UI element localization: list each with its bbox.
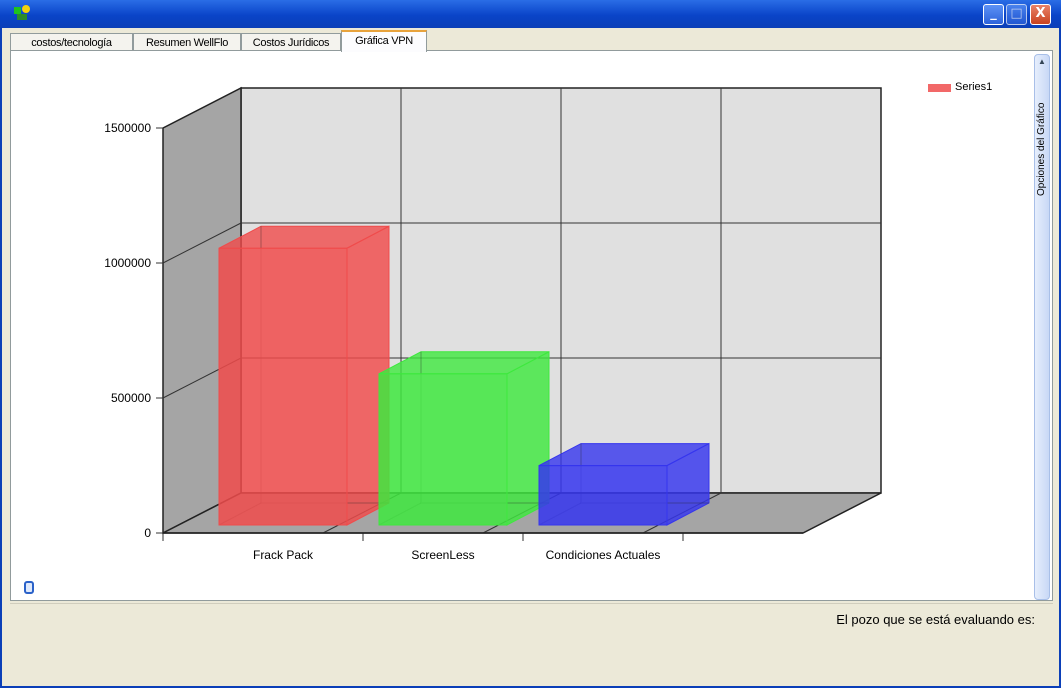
bar-condiciones-actuales (538, 465, 668, 526)
x-category-label: Frack Pack (253, 548, 314, 562)
y-tick-label: 500000 (111, 391, 151, 405)
y-tick-label: 1500000 (104, 121, 151, 135)
bar-frack-pack (218, 247, 348, 526)
x-category-label: Condiciones Actuales (546, 548, 661, 562)
y-tick-label: 0 (144, 526, 151, 540)
tab-grafica-vpn[interactable]: Gráfica VPN (341, 30, 427, 52)
pin-icon[interactable] (24, 581, 34, 594)
status-text: El pozo que se está evaluando es: (836, 612, 1035, 627)
status-panel: El pozo que se está evaluando es: (10, 603, 1053, 681)
bar-screenless (378, 373, 508, 526)
collapse-arrow-icon[interactable]: ▲ (1038, 57, 1046, 66)
chart-options-label[interactable]: Opciones del Gráfico (1036, 66, 1050, 196)
legend-label: Series1 (955, 81, 993, 93)
x-category-label: ScreenLess (411, 548, 474, 562)
y-tick-label: 1000000 (104, 256, 151, 270)
legend-swatch (928, 84, 951, 92)
vpn-bar-chart: 0 500000 1000000 1500000 Frack Pack ScreenLes… (104, 86, 882, 562)
